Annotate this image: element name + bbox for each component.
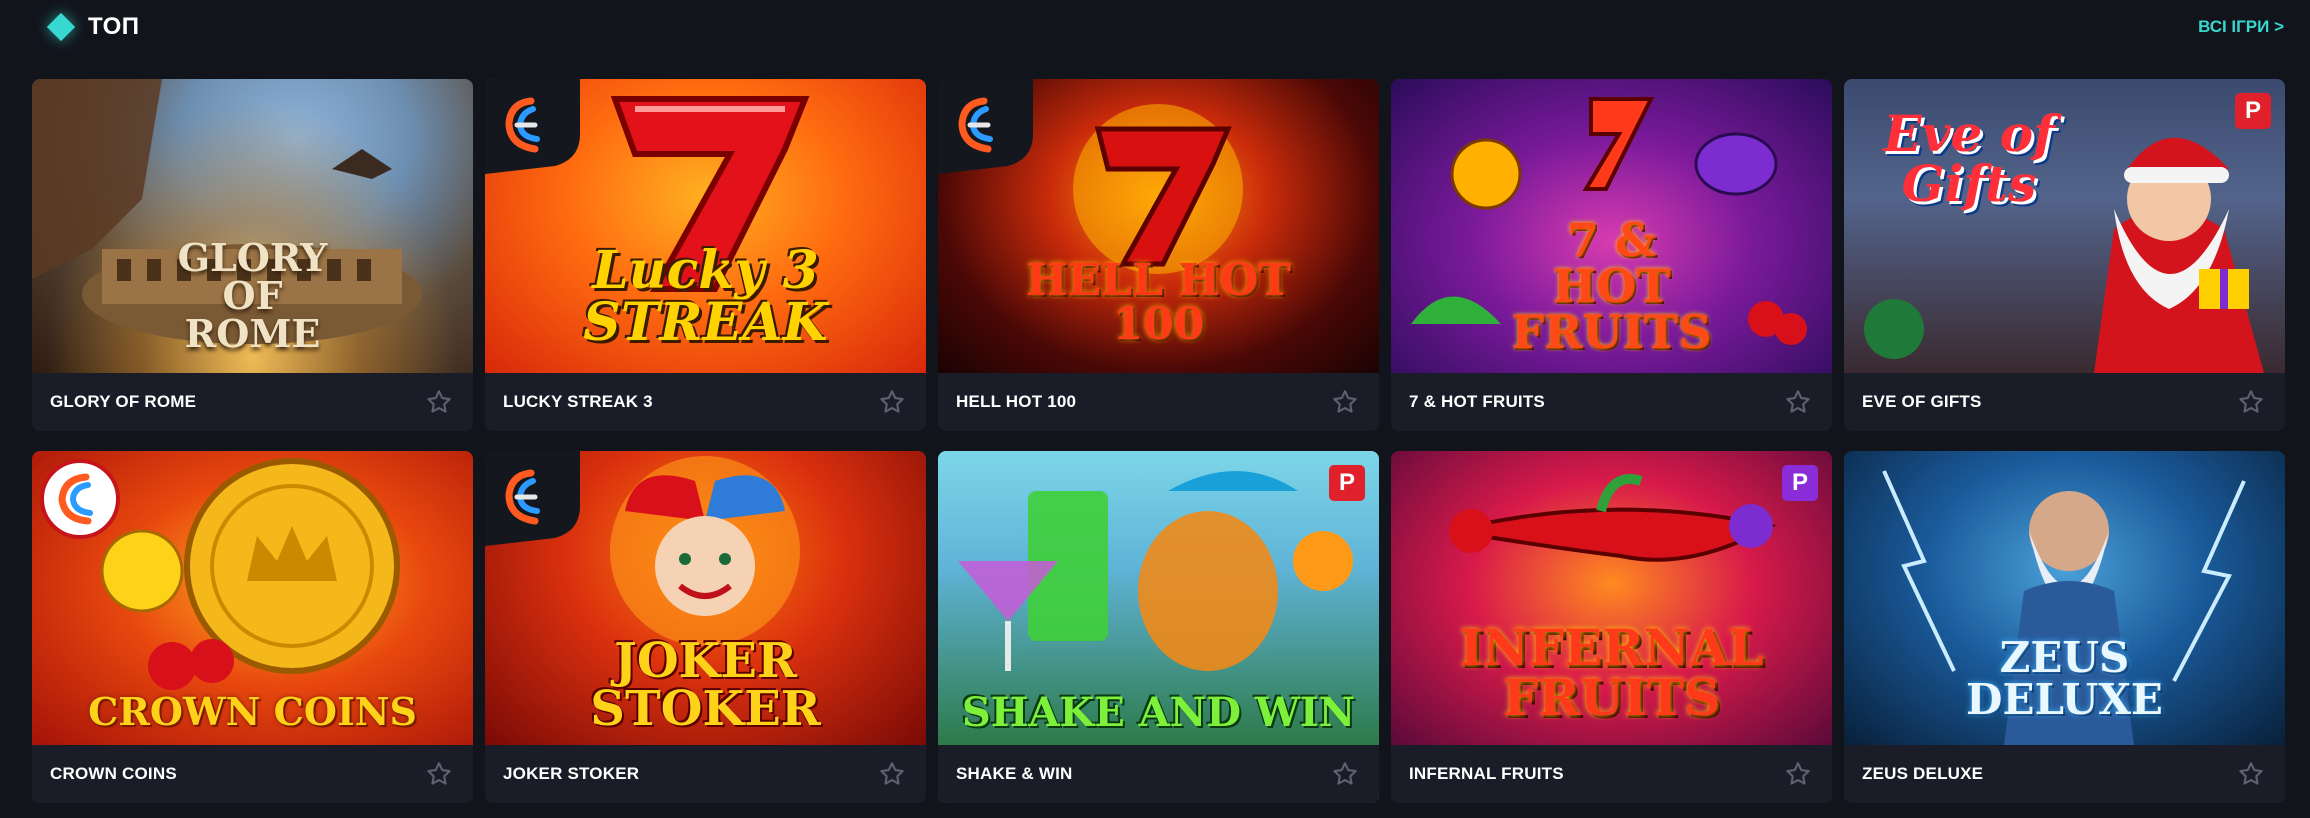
star-outline-icon[interactable]: [878, 388, 906, 416]
games-grid: GLORY OF ROME GLORY OF ROME Lucky 3 STRE…: [32, 79, 2285, 803]
star-outline-icon[interactable]: [425, 760, 453, 788]
promo-badge-icon: P: [2235, 93, 2271, 129]
star-outline-icon[interactable]: [1331, 388, 1359, 416]
star-outline-icon[interactable]: [878, 760, 906, 788]
game-art-title: ZEUS DELUXE: [1966, 633, 2163, 724]
game-thumbnail[interactable]: P SHAKE AND WIN: [938, 451, 1379, 745]
star-outline-icon[interactable]: [1784, 388, 1812, 416]
game-art-title: HELL HOT 100: [1026, 255, 1291, 350]
card-footer: SHAKE & WIN: [938, 745, 1379, 803]
promo-badge-icon: P: [1329, 465, 1365, 501]
game-art-title: JOKER STOKER: [590, 633, 821, 737]
game-title: ZEUS DELUXE: [1862, 764, 1984, 783]
game-card-eve-of-gifts[interactable]: P Eve of Gifts EVE OF GIFTS: [1844, 79, 2285, 431]
game-thumbnail[interactable]: HELL HOT 100: [938, 79, 1379, 373]
game-art-title: CROWN COINS: [88, 689, 417, 734]
game-card-7-hot-fruits[interactable]: 7 & HOT FRUITS 7 & HOT FRUITS: [1391, 79, 1832, 431]
game-title: LUCKY STREAK 3: [503, 392, 653, 411]
star-outline-icon[interactable]: [425, 388, 453, 416]
star-outline-icon[interactable]: [2237, 760, 2265, 788]
game-card-hell-hot-100[interactable]: HELL HOT 100 HELL HOT 100: [938, 79, 1379, 431]
game-thumbnail[interactable]: CROWN COINS: [32, 451, 473, 745]
game-card-glory-of-rome[interactable]: GLORY OF ROME GLORY OF ROME: [32, 79, 473, 431]
game-card-crown-coins[interactable]: CROWN COINS CROWN COINS: [32, 451, 473, 803]
star-outline-icon[interactable]: [1331, 760, 1359, 788]
game-thumbnail[interactable]: 7 & HOT FRUITS: [1391, 79, 1832, 373]
provider-logo-icon: [40, 459, 120, 539]
game-art-title: 7 & HOT FRUITS: [1511, 213, 1712, 359]
game-thumbnail[interactable]: ZEUS DELUXE: [1844, 451, 2285, 745]
card-footer: CROWN COINS: [32, 745, 473, 803]
game-thumbnail[interactable]: GLORY OF ROME: [32, 79, 473, 373]
game-title: SHAKE & WIN: [956, 764, 1073, 783]
game-art-title: Eve of Gifts: [1883, 104, 2055, 213]
provider-logo-icon: [938, 79, 1033, 174]
promo-badge-icon: P: [1782, 465, 1818, 501]
game-card-shake-and-win[interactable]: P SHAKE AND WIN SHAKE & WIN: [938, 451, 1379, 803]
game-title: INFERNAL FRUITS: [1409, 764, 1564, 783]
game-title: HELL HOT 100: [956, 392, 1077, 411]
game-art-title: GLORY OF ROME: [177, 235, 328, 356]
star-outline-icon[interactable]: [1784, 760, 1812, 788]
section-header: ТОП ВСІ ІГРИ >: [0, 0, 2310, 56]
game-title: 7 & HOT FRUITS: [1409, 392, 1545, 411]
provider-logo-icon: [485, 79, 580, 174]
provider-logo-icon: [485, 451, 580, 546]
card-footer: ZEUS DELUXE: [1844, 745, 2285, 803]
card-footer: 7 & HOT FRUITS: [1391, 373, 1832, 431]
game-art-title: INFERNAL FRUITS: [1459, 618, 1764, 727]
game-thumbnail[interactable]: JOKER STOKER: [485, 451, 926, 745]
game-thumbnail[interactable]: P Eve of Gifts: [1844, 79, 2285, 373]
game-art-title: SHAKE AND WIN: [961, 689, 1356, 736]
game-card-infernal-fruits[interactable]: P INFERNAL FRUITS INFERNAL FRUITS: [1391, 451, 1832, 803]
card-footer: EVE OF GIFTS: [1844, 373, 2285, 431]
all-games-link[interactable]: ВСІ ІГРИ >: [2198, 17, 2284, 37]
card-footer: HELL HOT 100: [938, 373, 1379, 431]
game-title: GLORY OF ROME: [50, 392, 197, 411]
game-title: EVE OF GIFTS: [1862, 392, 1982, 411]
card-footer: JOKER STOKER: [485, 745, 926, 803]
game-card-joker-stoker[interactable]: JOKER STOKER JOKER STOKER: [485, 451, 926, 803]
game-card-zeus-deluxe[interactable]: ZEUS DELUXE ZEUS DELUXE: [1844, 451, 2285, 803]
game-card-lucky-streak-3[interactable]: Lucky 3 STREAK LUCKY STREAK 3: [485, 79, 926, 431]
diamond-icon: [46, 12, 76, 42]
card-footer: GLORY OF ROME: [32, 373, 473, 431]
game-thumbnail[interactable]: P INFERNAL FRUITS: [1391, 451, 1832, 745]
game-art-title: Lucky 3 STREAK: [583, 240, 828, 353]
star-outline-icon[interactable]: [2237, 388, 2265, 416]
game-title: JOKER STOKER: [503, 764, 640, 783]
game-thumbnail[interactable]: Lucky 3 STREAK: [485, 79, 926, 373]
section-title: ТОП: [88, 13, 140, 40]
game-title: CROWN COINS: [50, 764, 177, 783]
card-footer: LUCKY STREAK 3: [485, 373, 926, 431]
card-footer: INFERNAL FRUITS: [1391, 745, 1832, 803]
